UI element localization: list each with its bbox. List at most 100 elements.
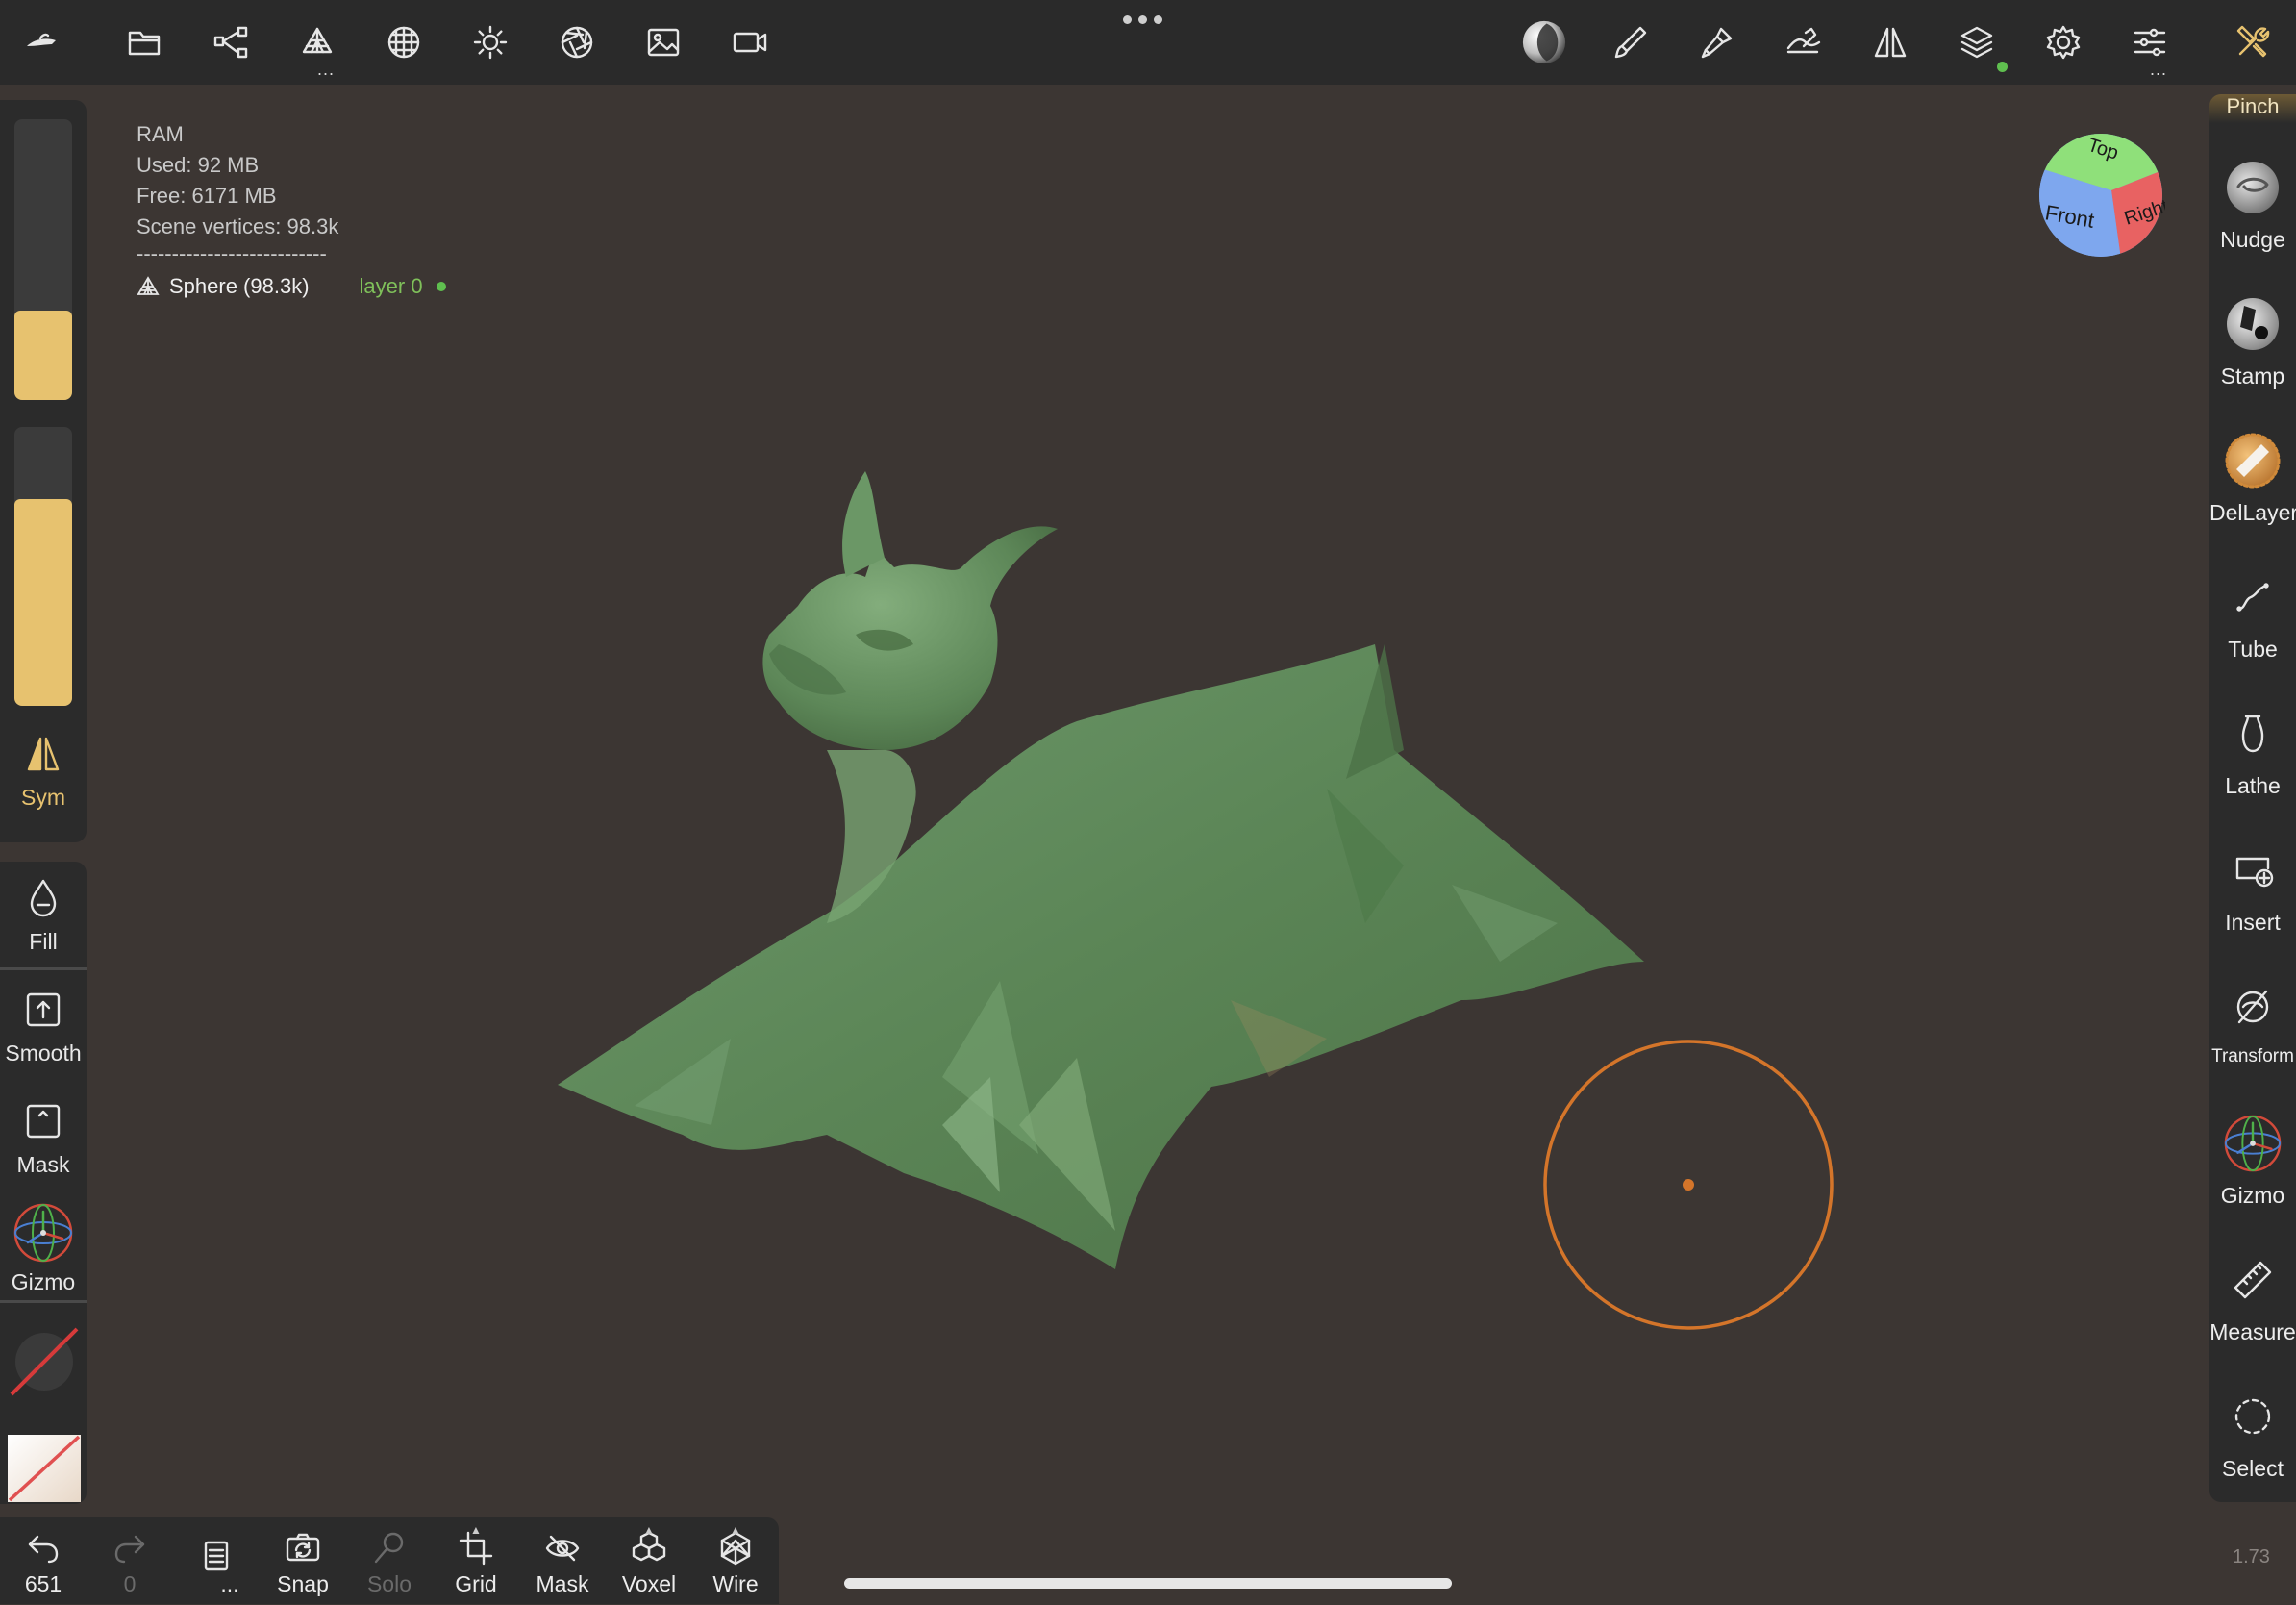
object-row[interactable]: Sphere (98.3k) layer 0 [137, 271, 446, 302]
tool-measure[interactable]: Measure [2209, 1250, 2296, 1345]
topology-icon[interactable] [375, 13, 433, 71]
snap-button[interactable]: Snap [260, 1529, 346, 1597]
brush-radius-slider[interactable] [14, 119, 72, 400]
app-logo-icon[interactable] [13, 13, 71, 71]
wireframe-button[interactable]: ▲ Wire [692, 1523, 779, 1597]
scene-more-dots: ... [317, 60, 336, 79]
tool-select[interactable]: Select [2209, 1387, 2296, 1482]
tool-pinch[interactable]: Pinch [2209, 94, 2296, 123]
material-sphere-icon[interactable] [1515, 13, 1573, 71]
dashed-circle-icon [2223, 1387, 2283, 1446]
nudge-label: Nudge [2220, 227, 2285, 252]
mesh-icon [137, 276, 160, 295]
eye-off-icon [543, 1529, 582, 1567]
layers-icon[interactable] [1948, 13, 2006, 71]
dellayer-icon [2223, 431, 2283, 490]
tools-icon[interactable] [2223, 13, 2281, 71]
grid-button[interactable]: ▲ Grid [433, 1523, 519, 1597]
sculpt-model[interactable] [538, 462, 1683, 1289]
gizmo-label: Gizmo [11, 1269, 76, 1294]
background-image-icon[interactable] [635, 13, 692, 71]
voxel-button[interactable]: ▲ Voxel [606, 1523, 692, 1597]
tool-stamp[interactable]: Stamp [2209, 294, 2296, 389]
tool-insert[interactable]: Insert [2209, 840, 2296, 936]
right-tool-panel: Pinch Nudge Stamp DelLayer Tube Lathe In… [2209, 94, 2296, 1502]
video-icon[interactable] [721, 13, 779, 71]
divider [0, 967, 87, 970]
tool-dellayer[interactable]: DelLayer [2209, 431, 2296, 526]
camera-aperture-icon[interactable] [548, 13, 606, 71]
tube-curve-icon [2223, 567, 2283, 627]
stroke-icon[interactable] [1775, 13, 1833, 71]
wire-label: Wire [712, 1571, 759, 1596]
sym-toggle[interactable]: Sym [0, 731, 87, 811]
symmetry-icon[interactable] [1861, 13, 1919, 71]
ram-free: Free: 6171 MB [137, 184, 277, 208]
divider [0, 1300, 87, 1303]
redo-button[interactable]: 0 [87, 1529, 173, 1597]
select-label: Select [2222, 1456, 2284, 1481]
gizmo-label: Gizmo [2220, 1183, 2285, 1208]
top-drag-handle[interactable] [1123, 15, 1162, 24]
wire-caret-icon: ▲ [730, 1523, 741, 1537]
mask-tool[interactable]: Mask [0, 1098, 87, 1178]
tool-nudge[interactable]: Nudge [2209, 158, 2296, 253]
tool-lathe[interactable]: Lathe [2209, 704, 2296, 799]
tool-transform[interactable]: Transform [2209, 977, 2296, 1067]
settings-gear-icon[interactable] [2034, 13, 2092, 71]
voxel-caret-icon: ▲ [643, 1523, 655, 1537]
files-icon[interactable] [115, 13, 173, 71]
nudge-icon [2223, 158, 2283, 217]
undo-button[interactable]: 651 [0, 1529, 87, 1597]
bottom-toolbar: 651 0 ... Snap Solo ▲ Grid Mask ▲ Voxel … [0, 1517, 779, 1604]
scene-tree-icon[interactable] [202, 13, 260, 71]
mask-visibility-button[interactable]: Mask [519, 1529, 606, 1597]
dellayer-label: DelLayer [2209, 500, 2296, 525]
home-indicator[interactable] [844, 1578, 1452, 1589]
brush-intensity-slider[interactable] [14, 427, 72, 706]
stamp-icon [2223, 294, 2283, 354]
light-icon[interactable] [462, 13, 519, 71]
brush-cursor [1542, 1039, 1834, 1331]
fill-tool[interactable]: Fill [0, 875, 87, 955]
version-label: 1.73 [2233, 1546, 2270, 1567]
gizmo-icon [2223, 1114, 2283, 1173]
snap-camera-icon [284, 1529, 322, 1567]
vase-icon [2223, 704, 2283, 764]
solo-search-icon [370, 1529, 409, 1567]
brush-icon[interactable] [1602, 13, 1660, 71]
redo-count: 0 [123, 1571, 137, 1596]
history-button[interactable]: ... [173, 1529, 260, 1605]
smooth-tool[interactable]: Smooth [0, 987, 87, 1066]
grid-caret-icon: ▲ [470, 1523, 482, 1537]
ram-label: RAM [137, 122, 184, 146]
tool-tube[interactable]: Tube [2209, 567, 2296, 663]
drop-icon [20, 875, 66, 921]
gizmo-tool[interactable]: Gizmo [0, 1202, 87, 1295]
material-swatch[interactable] [8, 1325, 81, 1398]
mask-label: Mask [16, 1152, 70, 1177]
smooth-label: Smooth [5, 1041, 82, 1066]
solo-button[interactable]: Solo [346, 1529, 433, 1597]
scene-vertices: Scene vertices: 98.3k [137, 214, 339, 238]
upload-box-icon [20, 987, 66, 1033]
sliders-more-dots: ... [2150, 60, 2168, 79]
ram-used: Used: 92 MB [137, 153, 260, 177]
voxel-label: Voxel [621, 1571, 677, 1596]
layers-status-dot [1997, 62, 2008, 72]
grid-label: Grid [455, 1571, 497, 1596]
fill-label: Fill [29, 929, 58, 954]
history-list-icon [197, 1537, 236, 1575]
stamp-label: Stamp [2220, 364, 2285, 389]
color-swatch[interactable] [8, 1435, 81, 1502]
layer-name: layer 0 [359, 274, 423, 298]
lathe-label: Lathe [2225, 773, 2281, 798]
history-more: ... [220, 1571, 239, 1596]
tool-gizmo[interactable]: Gizmo [2209, 1114, 2296, 1209]
snap-label: Snap [277, 1571, 329, 1596]
undo-icon [24, 1529, 62, 1567]
sym-label: Sym [21, 785, 65, 810]
view-cube[interactable]: Top Front Right [2036, 131, 2165, 260]
transform-label: Transform [2211, 1046, 2294, 1066]
paint-icon[interactable] [1688, 13, 1746, 71]
